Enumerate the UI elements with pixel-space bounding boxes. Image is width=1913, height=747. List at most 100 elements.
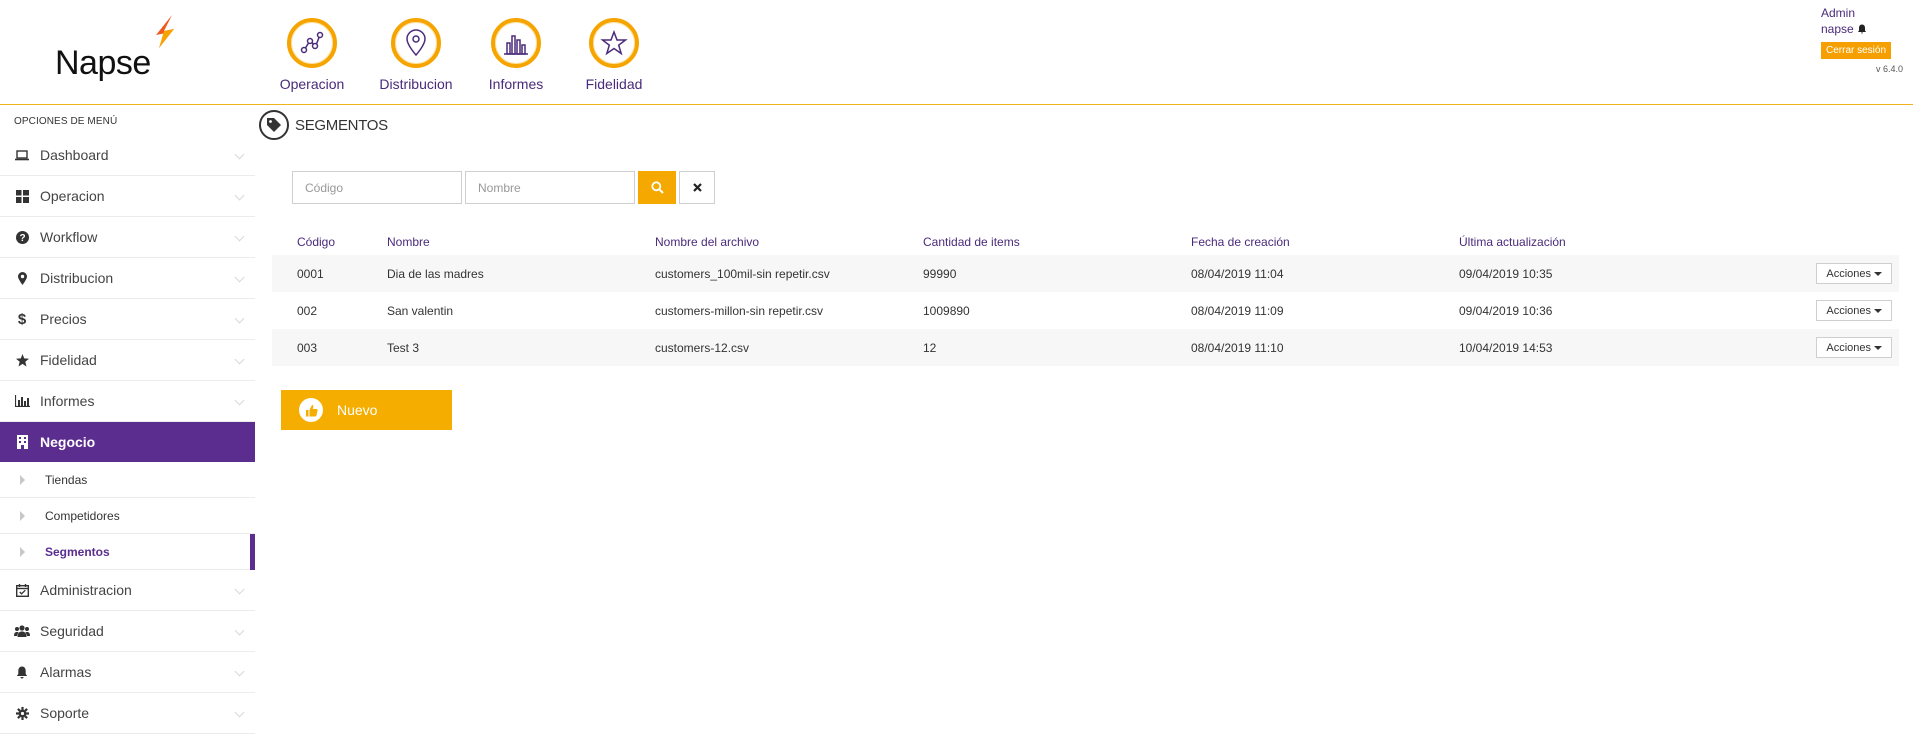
sidebar-item-label: Informes [40, 393, 95, 409]
cell-codigo: 0001 [272, 255, 362, 292]
napse-logo[interactable]: Napse [55, 14, 205, 84]
star-icon [589, 18, 639, 68]
column-header-cantidad[interactable]: Cantidad de items [898, 228, 1166, 255]
cell-codigo: 003 [272, 329, 362, 366]
sidebar-item-label: Precios [40, 311, 87, 327]
new-segment-button[interactable]: Nuevo [281, 390, 452, 430]
new-button-label: Nuevo [337, 402, 378, 418]
module-label: Distribucion [379, 76, 453, 92]
sidebar-subitem-competidores[interactable]: Competidores [0, 498, 255, 534]
clear-filters-button[interactable] [679, 171, 715, 204]
module-label: Fidelidad [585, 76, 643, 92]
sidebar-item-soporte[interactable]: Soporte [0, 693, 255, 734]
bar-chart-icon [14, 393, 30, 409]
module-nav: Operacion Distribucion Informes Fidelida… [260, 18, 664, 92]
svg-text:?: ? [19, 233, 25, 244]
cell-archivo: customers-millon-sin repetir.csv [655, 303, 824, 318]
sidebar-item-seguridad[interactable]: Seguridad [0, 611, 255, 652]
caret-right-icon [20, 475, 25, 485]
sidebar-subitem-segmentos[interactable]: Segmentos [0, 534, 255, 570]
sidebar-item-alarmas[interactable]: Alarmas [0, 652, 255, 693]
actions-dropdown-button[interactable]: Acciones [1816, 300, 1892, 321]
cell-fecha-creacion: 08/04/2019 11:10 [1166, 329, 1434, 366]
cell-fecha-creacion: 08/04/2019 11:09 [1191, 303, 1284, 318]
cell-nombre: San valentin [387, 303, 454, 318]
module-fidelidad[interactable]: Fidelidad [564, 18, 664, 92]
cell-actions: Acciones [1702, 292, 1899, 329]
app-version: v 6.4.0 [1875, 64, 1903, 74]
sidebar-subitem-label: Segmentos [45, 544, 110, 559]
user-name: napse [1821, 22, 1854, 36]
module-informes[interactable]: Informes [468, 18, 564, 92]
star-icon [14, 352, 30, 368]
logout-button[interactable]: Cerrar sesión [1821, 42, 1892, 59]
sidebar-item-precios[interactable]: $ Precios [0, 299, 255, 340]
bar-chart-icon [491, 18, 541, 68]
user-panel: Admin napse Cerrar sesión v 6.4.0 [1821, 6, 1903, 74]
map-marker-icon [14, 270, 30, 286]
thumbs-up-icon [299, 398, 323, 422]
bell-icon [14, 664, 30, 680]
column-header-fecha-creacion[interactable]: Fecha de creación [1166, 228, 1434, 255]
page-title: SEGMENTOS [295, 116, 388, 134]
sidebar-subitem-label: Tiendas [45, 472, 88, 487]
bell-icon[interactable] [1857, 24, 1867, 34]
search-button[interactable] [638, 171, 676, 204]
sidebar-title: OPCIONES DE MENÚ [14, 116, 118, 127]
top-header: Napse Operacion Distribucion Informes Fi… [0, 0, 1913, 105]
column-header-ultima-actualizacion[interactable]: Última actualización [1434, 228, 1702, 255]
sidebar-item-label: Alarmas [40, 664, 92, 680]
cell-archivo: customers_100mil-sin repetir.csv [630, 255, 898, 292]
name-filter-input[interactable] [465, 171, 635, 204]
actions-dropdown-button[interactable]: Acciones [1816, 263, 1892, 284]
users-icon [14, 623, 30, 639]
cell-codigo: 002 [297, 303, 318, 318]
caret-down-icon [1874, 345, 1882, 350]
table-header-row: Código Nombre Nombre del archivo Cantida… [272, 228, 1899, 255]
column-header-archivo[interactable]: Nombre del archivo [630, 228, 898, 255]
cell-fecha-creacion: 08/04/2019 11:04 [1166, 255, 1434, 292]
cell-ultima-actualizacion: 10/04/2019 14:53 [1434, 329, 1702, 366]
code-filter-input[interactable] [292, 171, 462, 204]
caret-right-icon [20, 547, 25, 557]
actions-dropdown-button[interactable]: Acciones [1816, 337, 1892, 358]
module-distribucion[interactable]: Distribucion [364, 18, 468, 92]
table-row: 003 Test 3 customers-12.csv 12 08/04/201… [272, 329, 1899, 366]
close-icon [692, 183, 702, 192]
sidebar-item-workflow[interactable]: ? Workflow [0, 217, 255, 258]
calendar-check-icon [14, 582, 30, 598]
sidebar-item-informes[interactable]: Informes [0, 381, 255, 422]
sidebar-item-administracion[interactable]: Administracion [0, 570, 255, 611]
sidebar-item-label: Negocio [40, 434, 96, 450]
sidebar-item-fidelidad[interactable]: Fidelidad [0, 340, 255, 381]
user-name-row[interactable]: napse [1821, 22, 1903, 36]
table-row: 002 San valentin customers-millon-sin re… [272, 292, 1899, 329]
cell-nombre: Test 3 [362, 329, 630, 366]
cell-cantidad: 99990 [898, 255, 1166, 292]
segments-table: Código Nombre Nombre del archivo Cantida… [272, 228, 1899, 366]
actions-label: Acciones [1826, 341, 1871, 354]
sidebar-item-operacion[interactable]: Operacion [0, 176, 255, 217]
graph-nodes-icon [287, 18, 337, 68]
sidebar-item-dashboard[interactable]: Dashboard [0, 135, 255, 176]
column-header-nombre[interactable]: Nombre [362, 228, 630, 255]
sidebar-item-label: Dashboard [40, 147, 109, 163]
sidebar-item-negocio[interactable]: Negocio [0, 422, 255, 462]
question-circle-icon: ? [14, 229, 30, 245]
caret-down-icon [1874, 308, 1882, 313]
module-label: Operacion [279, 76, 345, 92]
caret-right-icon [20, 511, 25, 521]
cog-icon [14, 705, 30, 721]
module-operacion[interactable]: Operacion [260, 18, 364, 92]
building-icon [14, 434, 30, 450]
actions-label: Acciones [1826, 267, 1871, 280]
sidebar-item-label: Workflow [40, 229, 98, 245]
sidebar-subitem-tiendas[interactable]: Tiendas [0, 462, 255, 498]
sidebar: OPCIONES DE MENÚ Dashboard Operacion ? W… [0, 106, 255, 747]
cell-actions: Acciones [1702, 255, 1899, 292]
sidebar-item-distribucion[interactable]: Distribucion [0, 258, 255, 299]
column-header-codigo[interactable]: Código [272, 228, 362, 255]
sidebar-item-label: Operacion [40, 188, 105, 204]
search-icon [650, 181, 664, 194]
sidebar-subitem-label: Competidores [45, 508, 120, 523]
